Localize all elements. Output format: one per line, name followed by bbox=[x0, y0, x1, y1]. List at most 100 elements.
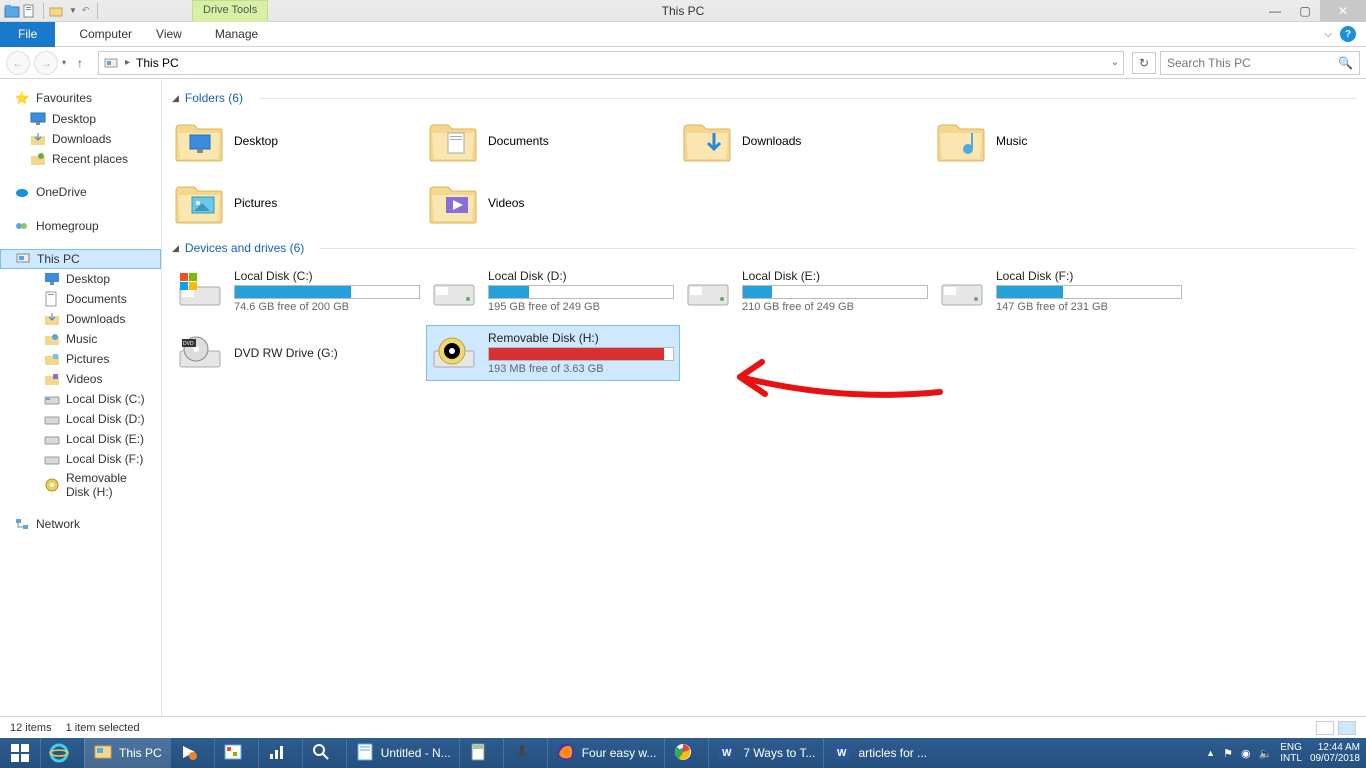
sidebar-item[interactable]: Local Disk (D:) bbox=[0, 409, 161, 429]
drive-tools-tab[interactable]: Drive Tools bbox=[192, 0, 268, 22]
section-folders[interactable]: ◢Folders (6) bbox=[172, 91, 1356, 105]
search-input[interactable] bbox=[1167, 56, 1338, 70]
taskbar-app[interactable] bbox=[459, 738, 503, 768]
sidebar-item[interactable]: Music bbox=[0, 329, 161, 349]
taskbar-app[interactable]: W 7 Ways to T... bbox=[708, 738, 823, 768]
address-bar[interactable]: ▸ This PC ⌄ bbox=[98, 51, 1124, 75]
folder-tile[interactable]: Desktop bbox=[172, 113, 426, 169]
drive-icon bbox=[938, 271, 986, 311]
search-box[interactable]: 🔍 bbox=[1160, 51, 1360, 75]
sidebar-item[interactable]: Pictures bbox=[0, 349, 161, 369]
ribbon-collapse-icon[interactable]: ⌵ bbox=[1324, 29, 1332, 40]
drive-free-text: 193 MB free of 3.63 GB bbox=[488, 363, 674, 375]
close-button[interactable]: ✕ bbox=[1320, 0, 1366, 22]
start-button[interactable] bbox=[0, 738, 40, 768]
sidebar-item[interactable]: Removable Disk (H:) bbox=[0, 469, 161, 501]
taskbar-app[interactable]: Warticles for ... bbox=[823, 738, 935, 768]
drive-tile[interactable]: Local Disk (C:)74.6 GB free of 200 GB bbox=[172, 263, 426, 319]
sidebar-item[interactable]: Downloads bbox=[0, 309, 161, 329]
taskbar-app[interactable] bbox=[170, 738, 214, 768]
help-icon[interactable]: ? bbox=[1340, 26, 1356, 42]
sidebar-item[interactable]: Local Disk (C:) bbox=[0, 389, 161, 409]
ribbon: File Computer View Manage ⌵ ? bbox=[0, 22, 1366, 47]
sidebar-item[interactable]: Local Disk (E:) bbox=[0, 429, 161, 449]
taskbar-app[interactable]: Untitled - N... bbox=[346, 738, 459, 768]
maximize-button[interactable]: ▢ bbox=[1290, 0, 1320, 22]
taskbar-app[interactable] bbox=[214, 738, 258, 768]
taskbar-app[interactable]: Four easy w... bbox=[547, 738, 665, 768]
folder-label: Desktop bbox=[234, 134, 278, 148]
tray-anti-icon[interactable]: ◉ bbox=[1241, 747, 1251, 760]
taskbar-app[interactable] bbox=[302, 738, 346, 768]
sidebar-item-desktop[interactable]: Desktop bbox=[0, 109, 161, 129]
sidebar-network[interactable]: Network bbox=[0, 513, 161, 535]
sidebar-onedrive[interactable]: OneDrive bbox=[0, 181, 161, 203]
drive-tile[interactable]: Local Disk (D:)195 GB free of 249 GB bbox=[426, 263, 680, 319]
qat-dropdown-icon[interactable]: ▼ bbox=[69, 6, 77, 15]
drive-free-text: 74.6 GB free of 200 GB bbox=[234, 301, 420, 313]
section-drives[interactable]: ◢Devices and drives (6) bbox=[172, 241, 1356, 255]
system-tray[interactable]: ▲ ⚑ ◉ 🔈 ENGINTL 12:44 AM09/07/2018 bbox=[1200, 742, 1366, 764]
file-tab[interactable]: File bbox=[0, 22, 55, 47]
drive-tile[interactable]: Local Disk (E:)210 GB free of 249 GB bbox=[680, 263, 934, 319]
drive-icon: DVD bbox=[176, 333, 224, 373]
tray-volume-icon[interactable]: 🔈 bbox=[1259, 747, 1273, 760]
qat-properties-icon[interactable] bbox=[22, 3, 38, 19]
taskbar-app[interactable] bbox=[503, 738, 547, 768]
drive-capacity-bar bbox=[742, 285, 928, 299]
sidebar-item[interactable]: Videos bbox=[0, 369, 161, 389]
taskbar-app[interactable] bbox=[258, 738, 302, 768]
sidebar-item-downloads[interactable]: Downloads bbox=[0, 129, 161, 149]
sidebar-item[interactable]: Documents bbox=[0, 289, 161, 309]
downloads-icon bbox=[30, 131, 46, 147]
drive-tile[interactable]: DVD DVD RW Drive (G:) bbox=[172, 325, 426, 381]
qat-newfolder-icon[interactable] bbox=[49, 3, 65, 19]
drive-label: DVD RW Drive (G:) bbox=[234, 346, 420, 360]
drive-icon bbox=[430, 333, 478, 373]
history-dropdown-icon[interactable]: ▾ bbox=[62, 58, 66, 67]
view-details-button[interactable] bbox=[1316, 721, 1334, 735]
minimize-button[interactable]: — bbox=[1260, 0, 1290, 22]
drive-tile[interactable]: Local Disk (F:)147 GB free of 231 GB bbox=[934, 263, 1188, 319]
tab-manage[interactable]: Manage bbox=[215, 27, 258, 41]
app-icon: W bbox=[717, 742, 737, 765]
sidebar-item[interactable]: Local Disk (F:) bbox=[0, 449, 161, 469]
view-tiles-button[interactable] bbox=[1338, 721, 1356, 735]
folder-tile[interactable]: Pictures bbox=[172, 175, 426, 231]
star-icon: ⭐ bbox=[14, 90, 30, 106]
app-label: 7 Ways to T... bbox=[743, 746, 815, 760]
tab-view[interactable]: View bbox=[156, 27, 182, 41]
sidebar-thispc[interactable]: This PC bbox=[0, 249, 161, 269]
tray-flag-icon[interactable]: ⚑ bbox=[1223, 747, 1233, 760]
folder-label: Videos bbox=[488, 196, 524, 210]
taskbar-ie[interactable] bbox=[40, 738, 84, 768]
breadcrumb[interactable]: This PC bbox=[136, 56, 179, 70]
folder-tile[interactable]: Music bbox=[934, 113, 1188, 169]
taskbar-app[interactable] bbox=[664, 738, 708, 768]
folder-tile[interactable]: Videos bbox=[426, 175, 680, 231]
refresh-button[interactable]: ↻ bbox=[1132, 52, 1156, 74]
sidebar-homegroup[interactable]: Homegroup bbox=[0, 215, 161, 237]
app-icon bbox=[93, 742, 113, 765]
back-button[interactable]: ← bbox=[6, 51, 30, 75]
folder-tile[interactable]: Documents bbox=[426, 113, 680, 169]
drive-free-text: 147 GB free of 231 GB bbox=[996, 301, 1182, 313]
up-button[interactable]: ↑ bbox=[70, 53, 90, 73]
app-icon bbox=[311, 742, 331, 765]
sidebar-item[interactable]: Desktop bbox=[0, 269, 161, 289]
tray-clock[interactable]: 12:44 AM09/07/2018 bbox=[1310, 742, 1360, 764]
collapse-icon[interactable]: ◢ bbox=[172, 243, 179, 254]
folder-icon bbox=[174, 181, 224, 225]
item-icon bbox=[44, 331, 60, 347]
drive-tile[interactable]: Removable Disk (H:)193 MB free of 3.63 G… bbox=[426, 325, 680, 381]
drive-free-text: 210 GB free of 249 GB bbox=[742, 301, 928, 313]
folder-tile[interactable]: Downloads bbox=[680, 113, 934, 169]
collapse-icon[interactable]: ◢ bbox=[172, 93, 179, 104]
tab-computer[interactable]: Computer bbox=[79, 27, 132, 41]
tray-up-icon[interactable]: ▲ bbox=[1206, 748, 1215, 758]
sidebar-favourites[interactable]: ⭐Favourites bbox=[0, 87, 161, 109]
sidebar-item-recent[interactable]: Recent places bbox=[0, 149, 161, 169]
qat-undo-icon[interactable]: ↶ bbox=[82, 5, 90, 16]
forward-button[interactable]: → bbox=[34, 51, 58, 75]
taskbar-app[interactable]: This PC bbox=[84, 738, 170, 768]
